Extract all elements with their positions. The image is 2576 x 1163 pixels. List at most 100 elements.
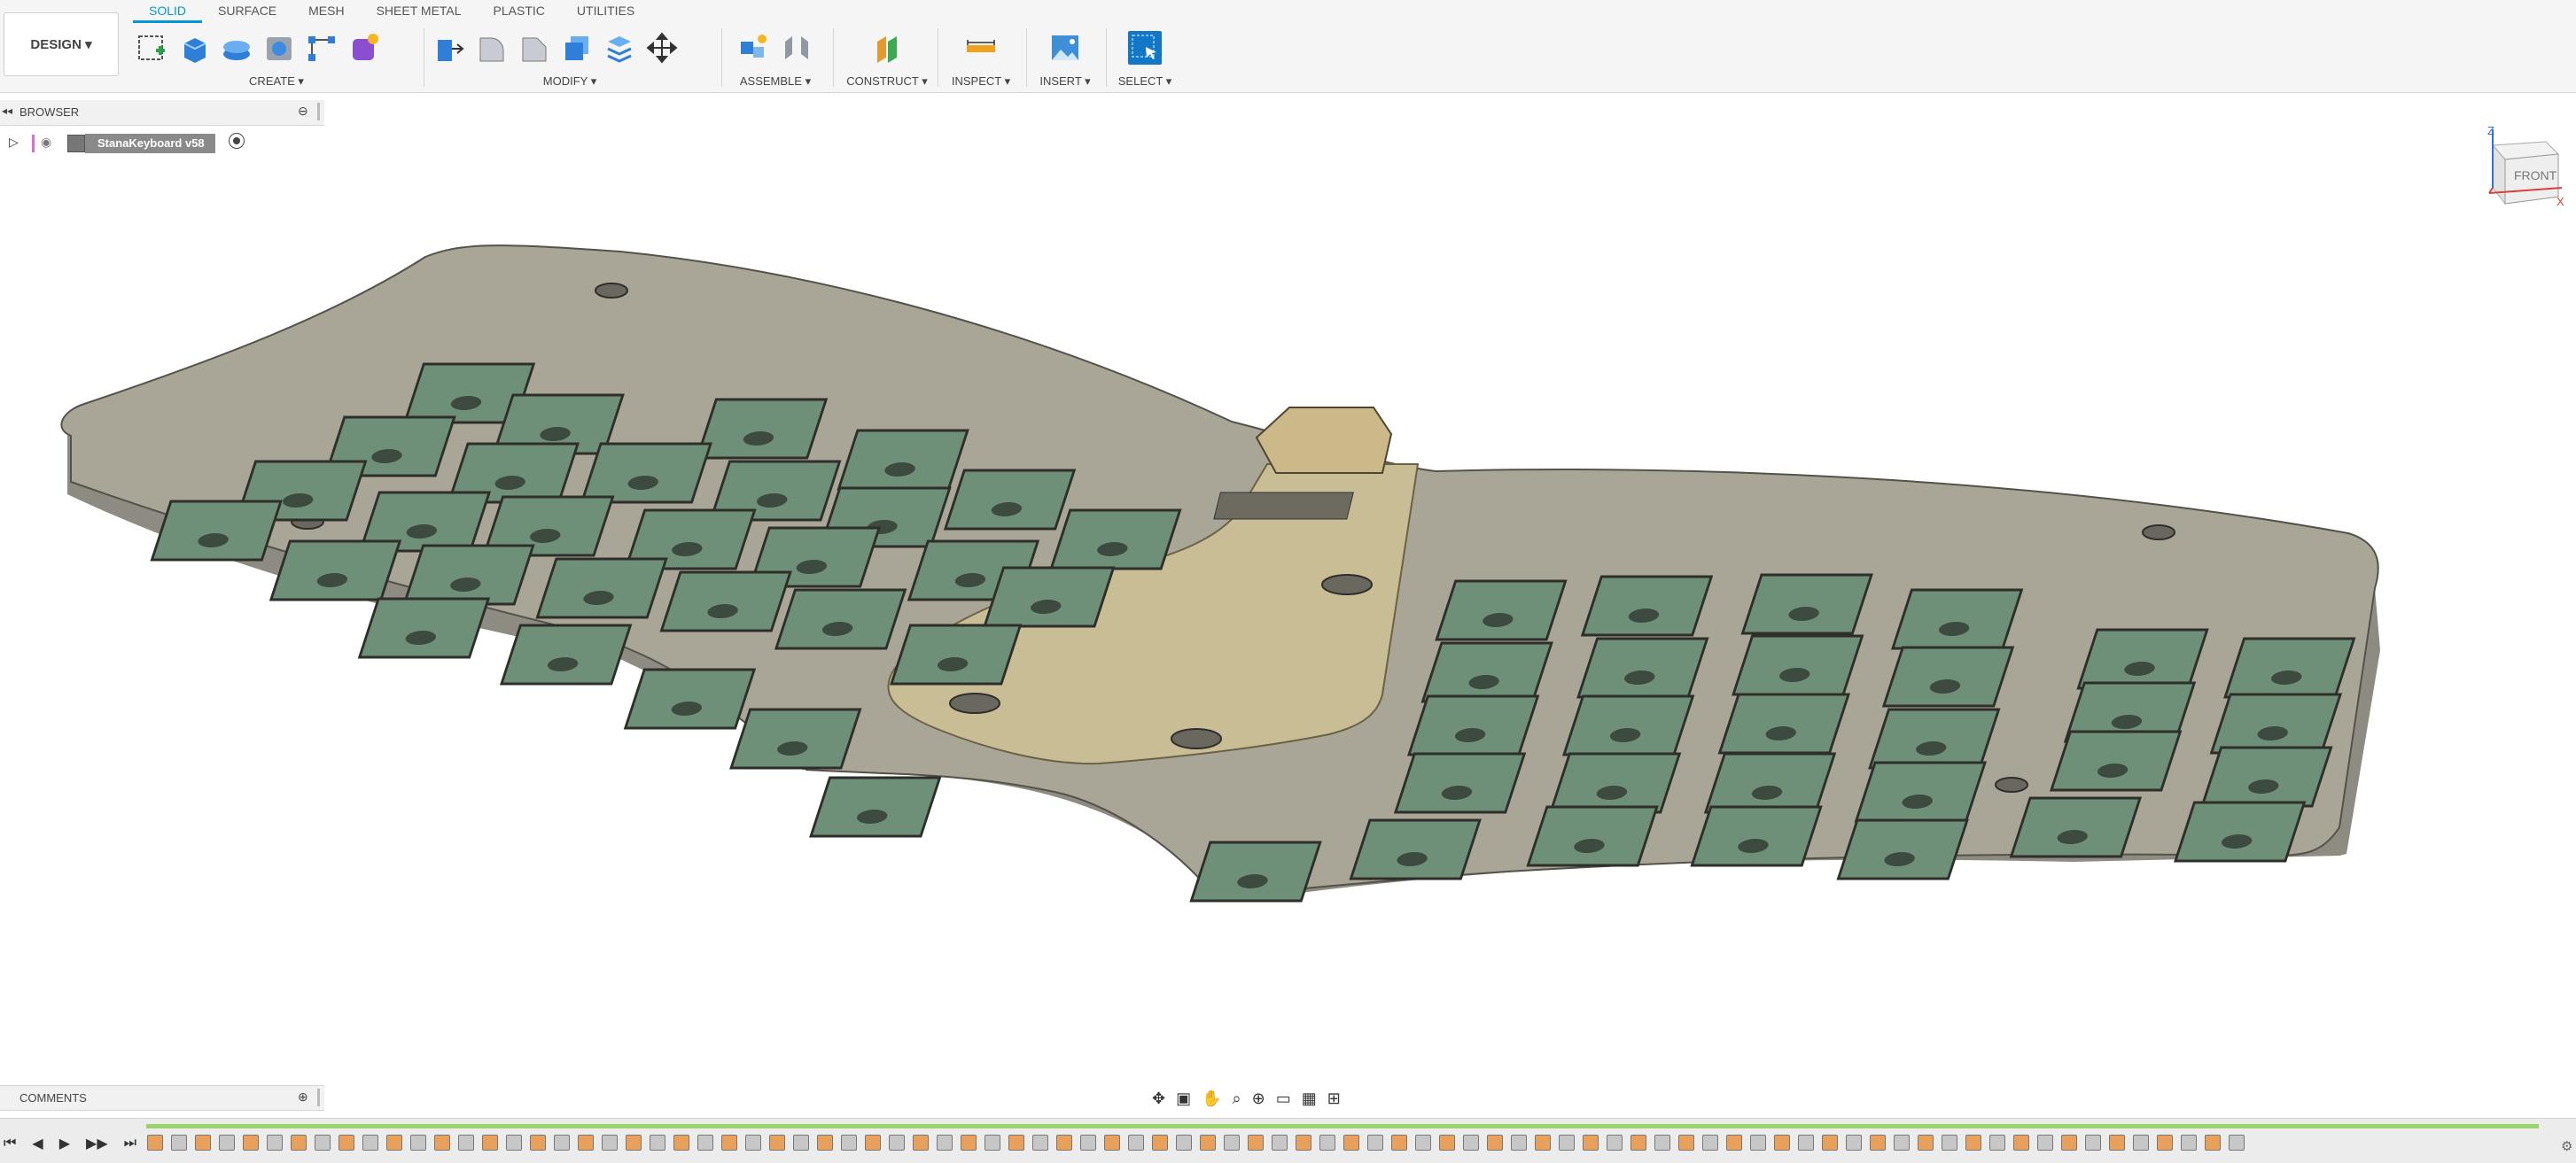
timeline-feature-icon[interactable]	[1200, 1135, 1216, 1151]
timeline-feature-icon[interactable]	[817, 1135, 833, 1151]
timeline-feature-icon[interactable]	[1989, 1135, 2005, 1151]
tab-sheet-metal[interactable]: SHEET METAL	[361, 0, 478, 23]
timeline-feature-icon[interactable]	[410, 1135, 426, 1151]
timeline-feature-icon[interactable]	[2085, 1135, 2101, 1151]
timeline-feature-icon[interactable]	[482, 1135, 498, 1151]
panel-resize-handle[interactable]	[317, 1089, 320, 1106]
timeline-feature-icon[interactable]	[673, 1135, 689, 1151]
fit-icon[interactable]: ⊕	[1252, 1089, 1265, 1108]
add-comment-icon[interactable]: ⊕	[298, 1089, 308, 1105]
timeline-feature-icon[interactable]	[291, 1135, 307, 1151]
create-form-icon[interactable]	[347, 31, 381, 65]
timeline-settings-icon[interactable]: ⚙	[2561, 1138, 2572, 1154]
insert-image-icon[interactable]	[1048, 31, 1082, 65]
timeline-feature-icon[interactable]	[434, 1135, 450, 1151]
construct-menu[interactable]: CONSTRUCT ▾	[838, 74, 936, 90]
timeline-feature-icon[interactable]	[1343, 1135, 1359, 1151]
timeline-feature-icon[interactable]	[769, 1135, 785, 1151]
timeline-feature-icon[interactable]	[1654, 1135, 1670, 1151]
measure-icon[interactable]	[964, 31, 998, 65]
timeline-feature-icon[interactable]	[267, 1135, 283, 1151]
timeline-feature-icon[interactable]	[195, 1135, 211, 1151]
timeline-feature-icon[interactable]	[1678, 1135, 1694, 1151]
timeline-feature-icon[interactable]	[626, 1135, 642, 1151]
timeline-track[interactable]	[146, 1124, 2539, 1128]
offset-plane-icon[interactable]	[870, 31, 904, 65]
timeline-feature-icon[interactable]	[1032, 1135, 1048, 1151]
timeline-feature-icon[interactable]	[865, 1135, 881, 1151]
timeline-feature-icon[interactable]	[650, 1135, 665, 1151]
timeline-feature-icon[interactable]	[721, 1135, 737, 1151]
timeline-feature-icon[interactable]	[793, 1135, 809, 1151]
browser-options-icon[interactable]: ⊖	[298, 104, 308, 119]
visibility-eye-icon[interactable]: ◉	[41, 135, 51, 150]
timeline-feature-icon[interactable]	[1918, 1135, 1934, 1151]
timeline-feature-icon[interactable]	[2037, 1135, 2053, 1151]
timeline-feature-icon[interactable]	[339, 1135, 354, 1151]
modify-menu[interactable]: MODIFY ▾	[432, 74, 707, 90]
timeline-feature-icon[interactable]	[530, 1135, 546, 1151]
go-to-start-icon[interactable]: ⏮	[4, 1136, 16, 1151]
select-icon[interactable]	[1128, 31, 1162, 65]
timeline-feature-icon[interactable]	[1511, 1135, 1527, 1151]
timeline-feature-icon[interactable]	[578, 1135, 594, 1151]
timeline-feature-icon[interactable]	[1008, 1135, 1024, 1151]
timeline-feature-icon[interactable]	[1535, 1135, 1551, 1151]
timeline-feature-icon[interactable]	[1870, 1135, 1886, 1151]
timeline-feature-icon[interactable]	[1128, 1135, 1144, 1151]
go-to-end-icon[interactable]: ⏭	[124, 1136, 136, 1151]
timeline-feature-icon[interactable]	[984, 1135, 1000, 1151]
play-icon[interactable]: ▶	[59, 1135, 70, 1152]
timeline-feature-icon[interactable]	[2229, 1135, 2245, 1151]
timeline-feature-icon[interactable]	[147, 1135, 163, 1151]
keyboard-model[interactable]	[0, 92, 2576, 1081]
timeline-feature-icon[interactable]	[1583, 1135, 1599, 1151]
timeline-feature-icon[interactable]	[2133, 1135, 2149, 1151]
timeline-feature-icon[interactable]	[1463, 1135, 1479, 1151]
timeline-feature-icon[interactable]	[1798, 1135, 1814, 1151]
timeline-feature-icon[interactable]	[171, 1135, 187, 1151]
display-settings-icon[interactable]: ▭	[1276, 1089, 1291, 1108]
timeline-feature-icon[interactable]	[1750, 1135, 1766, 1151]
timeline-feature-icon[interactable]	[2205, 1135, 2221, 1151]
extrude-icon[interactable]	[177, 31, 211, 65]
timeline-feature-icon[interactable]	[937, 1135, 953, 1151]
timeline-feature-icon[interactable]	[506, 1135, 522, 1151]
timeline-feature-icon[interactable]	[1367, 1135, 1383, 1151]
expand-arrow-icon[interactable]: ▷	[9, 135, 19, 150]
timeline-feature-icon[interactable]	[2109, 1135, 2125, 1151]
timeline-feature-icon[interactable]	[1296, 1135, 1311, 1151]
insert-menu[interactable]: INSERT ▾	[1031, 74, 1099, 90]
zoom-icon[interactable]: ⌕	[1233, 1089, 1241, 1108]
workspace-switcher[interactable]: DESIGN ▾	[4, 12, 119, 76]
timeline-feature-icon[interactable]	[315, 1135, 331, 1151]
timeline-feature-icon[interactable]	[1248, 1135, 1264, 1151]
timeline-feature-icon[interactable]	[1559, 1135, 1575, 1151]
timeline-feature-icon[interactable]	[1391, 1135, 1407, 1151]
view-cube[interactable]: FRONT X Z	[2477, 124, 2565, 216]
pattern-icon[interactable]	[305, 31, 339, 65]
timeline-feature-icon[interactable]	[697, 1135, 713, 1151]
timeline-feature-icon[interactable]	[243, 1135, 259, 1151]
canvas-viewport[interactable]: FRONT X Z	[0, 92, 2576, 1081]
timeline-feature-icon[interactable]	[1439, 1135, 1455, 1151]
timeline-feature-icon[interactable]	[1176, 1135, 1192, 1151]
timeline-feature-icon[interactable]	[1080, 1135, 1096, 1151]
timeline-feature-icon[interactable]	[1702, 1135, 1718, 1151]
create-menu[interactable]: CREATE ▾	[135, 74, 418, 90]
collapse-browser-icon[interactable]: ◂◂	[2, 105, 12, 117]
joint-icon[interactable]	[780, 31, 813, 65]
timeline-feature-icon[interactable]	[602, 1135, 618, 1151]
inspect-menu[interactable]: INSPECT ▾	[943, 74, 1019, 90]
timeline-feature-icon[interactable]	[1104, 1135, 1120, 1151]
timeline-feature-icon[interactable]	[841, 1135, 857, 1151]
create-sketch-icon[interactable]	[135, 31, 168, 65]
timeline-feature-icon[interactable]	[961, 1135, 977, 1151]
timeline-feature-icon[interactable]	[1272, 1135, 1288, 1151]
timeline-feature-icon[interactable]	[1846, 1135, 1862, 1151]
orbit-icon[interactable]: ✥	[1152, 1089, 1165, 1108]
viewports-icon[interactable]: ⊞	[1327, 1089, 1341, 1108]
tab-solid[interactable]: SOLID	[133, 0, 203, 23]
timeline-feature-icon[interactable]	[1630, 1135, 1646, 1151]
timeline-feature-icon[interactable]	[2157, 1135, 2173, 1151]
